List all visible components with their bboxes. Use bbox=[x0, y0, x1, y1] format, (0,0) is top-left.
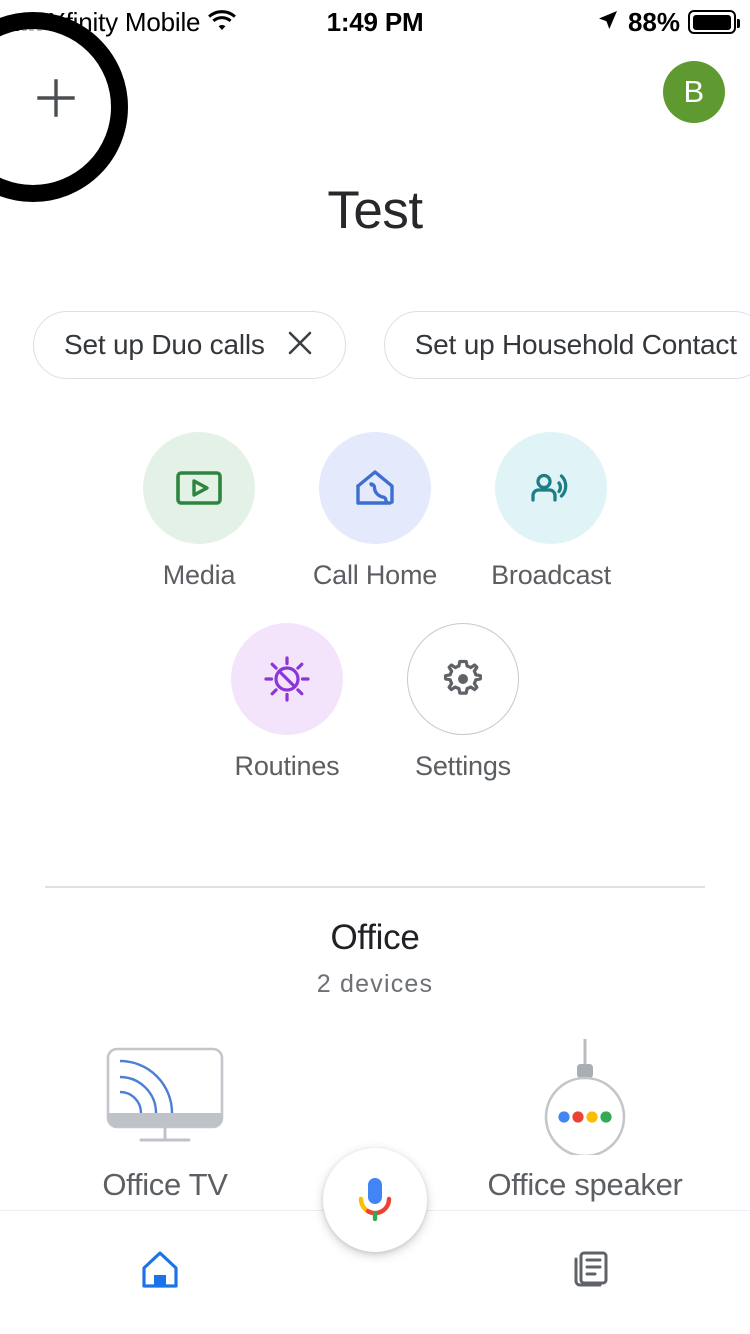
action-routines[interactable]: Routines bbox=[231, 623, 343, 782]
action-call-home[interactable]: Call Home bbox=[313, 432, 437, 591]
quick-actions-row-2: Routines Settings bbox=[0, 623, 750, 782]
suggestion-chip-row[interactable]: Set up Duo calls Set up Household Contac… bbox=[0, 310, 750, 380]
action-media[interactable]: Media bbox=[143, 432, 255, 591]
room-device-count: 2 devices bbox=[316, 970, 434, 998]
status-bar: Xfinity Mobile 1:49 PM 88% bbox=[0, 0, 750, 44]
close-icon[interactable] bbox=[285, 328, 315, 363]
action-label: Routines bbox=[234, 751, 340, 781]
device-office-tv[interactable]: Office TV bbox=[65, 1041, 265, 1203]
page-title: Test bbox=[327, 181, 423, 240]
device-label: Office TV bbox=[102, 1167, 228, 1202]
avatar-initial: B bbox=[683, 74, 705, 109]
section-divider bbox=[45, 886, 705, 888]
call-home-icon bbox=[319, 432, 431, 544]
google-assistant-mic-icon bbox=[350, 1170, 400, 1231]
status-bar-right: 88% bbox=[596, 6, 740, 38]
chip-label: Set up Duo calls bbox=[64, 329, 265, 360]
chip-label: Set up Household Contact bbox=[414, 329, 737, 360]
device-label: Office speaker bbox=[487, 1167, 683, 1202]
add-device-button[interactable] bbox=[26, 68, 86, 128]
battery-percentage: 88% bbox=[627, 6, 680, 37]
action-label: Media bbox=[162, 560, 236, 590]
action-label: Broadcast bbox=[491, 560, 611, 590]
nav-tab-home[interactable] bbox=[10, 1211, 310, 1294]
action-label: Settings bbox=[415, 751, 511, 781]
quick-actions-row-1: Media Call Home Broadcast bbox=[0, 432, 750, 591]
location-arrow-icon bbox=[596, 8, 620, 37]
broadcast-icon bbox=[495, 432, 607, 544]
chip-set-up-duo-calls[interactable]: Set up Duo calls bbox=[33, 311, 346, 379]
gear-icon bbox=[407, 623, 519, 735]
app-header: B bbox=[0, 44, 750, 154]
battery-icon bbox=[688, 10, 740, 34]
action-settings[interactable]: Settings bbox=[407, 623, 519, 782]
routines-sun-icon bbox=[231, 623, 343, 735]
action-label: Call Home bbox=[312, 560, 438, 590]
feed-icon bbox=[570, 1249, 610, 1294]
media-play-icon bbox=[143, 432, 255, 544]
google-home-speaker-icon bbox=[530, 1039, 640, 1155]
home-icon bbox=[140, 1249, 180, 1294]
chip-set-up-household-contact[interactable]: Set up Household Contact bbox=[383, 311, 750, 379]
google-assistant-fab[interactable] bbox=[323, 1148, 427, 1252]
nav-tab-feed[interactable] bbox=[440, 1211, 740, 1294]
cast-tv-icon bbox=[103, 1041, 227, 1151]
device-office-speaker[interactable]: Office speaker bbox=[485, 1039, 685, 1203]
action-broadcast[interactable]: Broadcast bbox=[491, 432, 611, 591]
room-name: Office bbox=[330, 918, 420, 957]
account-avatar[interactable]: B bbox=[663, 61, 725, 123]
quick-actions-grid: Media Call Home Broadcast Routines Setti… bbox=[0, 432, 750, 782]
